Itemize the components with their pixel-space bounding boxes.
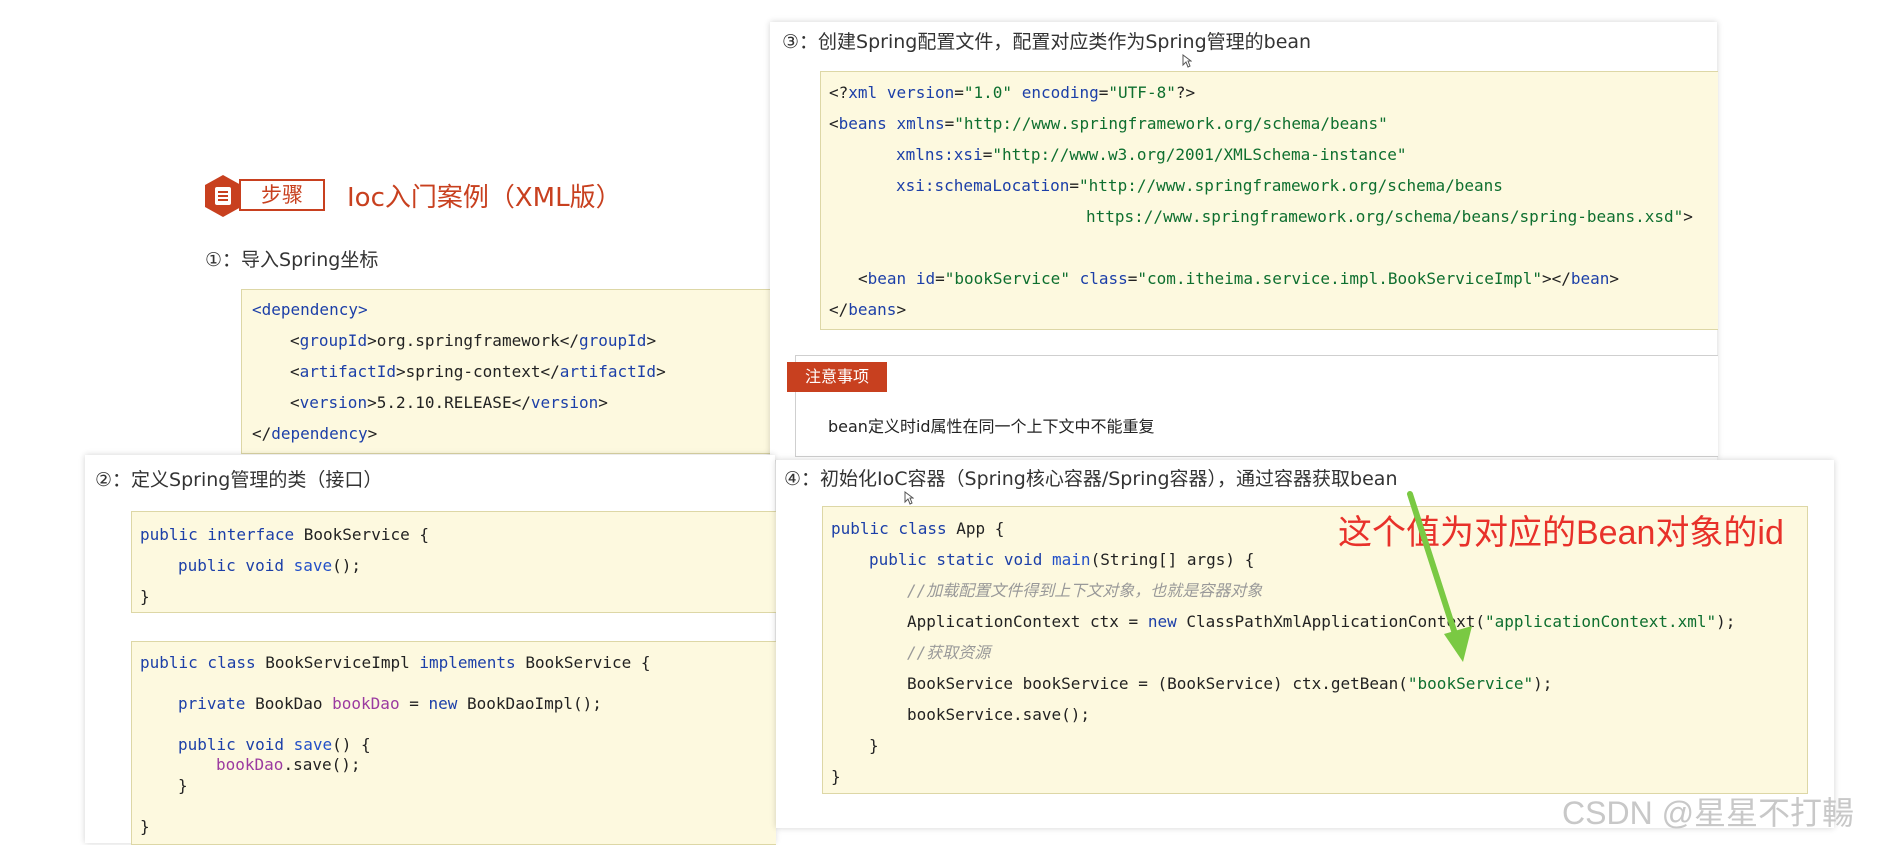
page-title: Ioc入门案例（XML版） xyxy=(347,183,622,213)
step2-panel: ②：定义Spring管理的类（接口） public interface Book… xyxy=(85,455,776,845)
note-text: bean定义时id属性在同一个上下文中不能重复 xyxy=(828,417,1155,436)
code-line: ApplicationContext ctx = new ClassPathXm… xyxy=(907,612,1736,631)
code-line: } xyxy=(140,587,150,606)
code-line: } xyxy=(140,817,150,836)
mouse-cursor-icon xyxy=(1182,54,1192,68)
code-line: bookService.save(); xyxy=(907,705,1091,724)
step2-title: ②：定义Spring管理的类（接口） xyxy=(95,469,383,491)
code-line: xmlns:xsi="http://www.w3.org/2001/XMLSch… xyxy=(896,145,1407,164)
code-line: public class App { xyxy=(831,519,1005,538)
document-icon xyxy=(205,175,241,217)
code-line: BookService bookService = (BookService) … xyxy=(907,674,1553,693)
code-line: public void save() { xyxy=(178,735,371,754)
code-comment: //加载配置文件得到上下文对象，也就是容器对象 xyxy=(907,581,1263,600)
code-line: <artifactId>spring-context</artifactId> xyxy=(290,362,666,381)
code-comment: //获取资源 xyxy=(907,643,991,662)
code-line: <version>5.2.10.RELEASE</version> xyxy=(290,393,608,412)
note-box: 注意事项 bean定义时id属性在同一个上下文中不能重复 xyxy=(787,355,1718,457)
code-line: <?xml version="1.0" encoding="UTF-8"?> xyxy=(829,83,1196,102)
code-line: private BookDao bookDao = new BookDaoImp… xyxy=(178,694,602,713)
arrow-icon xyxy=(1407,491,1472,662)
step4-title: ④：初始化IoC容器（Spring核心容器/Spring容器），通过容器获取be… xyxy=(784,468,1398,490)
code-line: public void save(); xyxy=(178,556,362,575)
watermark: CSDN @星星不打輰 xyxy=(1562,795,1855,831)
mouse-cursor-icon xyxy=(904,491,914,505)
code-line: https://www.springframework.org/schema/b… xyxy=(1086,207,1693,226)
code-line: } xyxy=(831,767,841,786)
beans-xml-code-block: <?xml version="1.0" encoding="UTF-8"?> <… xyxy=(820,71,1718,330)
code-line: } xyxy=(869,736,879,755)
code-line: <bean id="bookService" class="com.itheim… xyxy=(858,269,1620,288)
note-badge: 注意事项 xyxy=(787,362,887,392)
code-line: <dependency> xyxy=(252,300,368,319)
code-line: public interface BookService { xyxy=(140,525,429,544)
step-badge: 步骤 xyxy=(239,179,325,211)
code-line: xsi:schemaLocation="http://www.springfra… xyxy=(896,176,1503,195)
code-line: } xyxy=(178,776,188,795)
code-line: bookDao.save(); xyxy=(216,755,361,774)
impl-code-block: public class BookServiceImpl implements … xyxy=(131,641,776,845)
code-line: </beans> xyxy=(829,300,907,319)
interface-code-block: public interface BookService { public vo… xyxy=(131,511,776,613)
code-line: </dependency> xyxy=(252,424,378,443)
code-line: <groupId>org.springframework</groupId> xyxy=(290,331,657,350)
step1-title: ①：导入Spring坐标 xyxy=(205,249,379,271)
step3-title: ③：创建Spring配置文件，配置对应类作为Spring管理的bean xyxy=(782,31,1312,53)
code-line: public static void main(String[] args) { xyxy=(869,550,1255,569)
code-line: <beans xmlns="http://www.springframework… xyxy=(829,114,1388,133)
code-line: public class BookServiceImpl implements … xyxy=(140,653,651,672)
dependency-code-block: <dependency> <groupId>org.springframewor… xyxy=(241,289,773,454)
